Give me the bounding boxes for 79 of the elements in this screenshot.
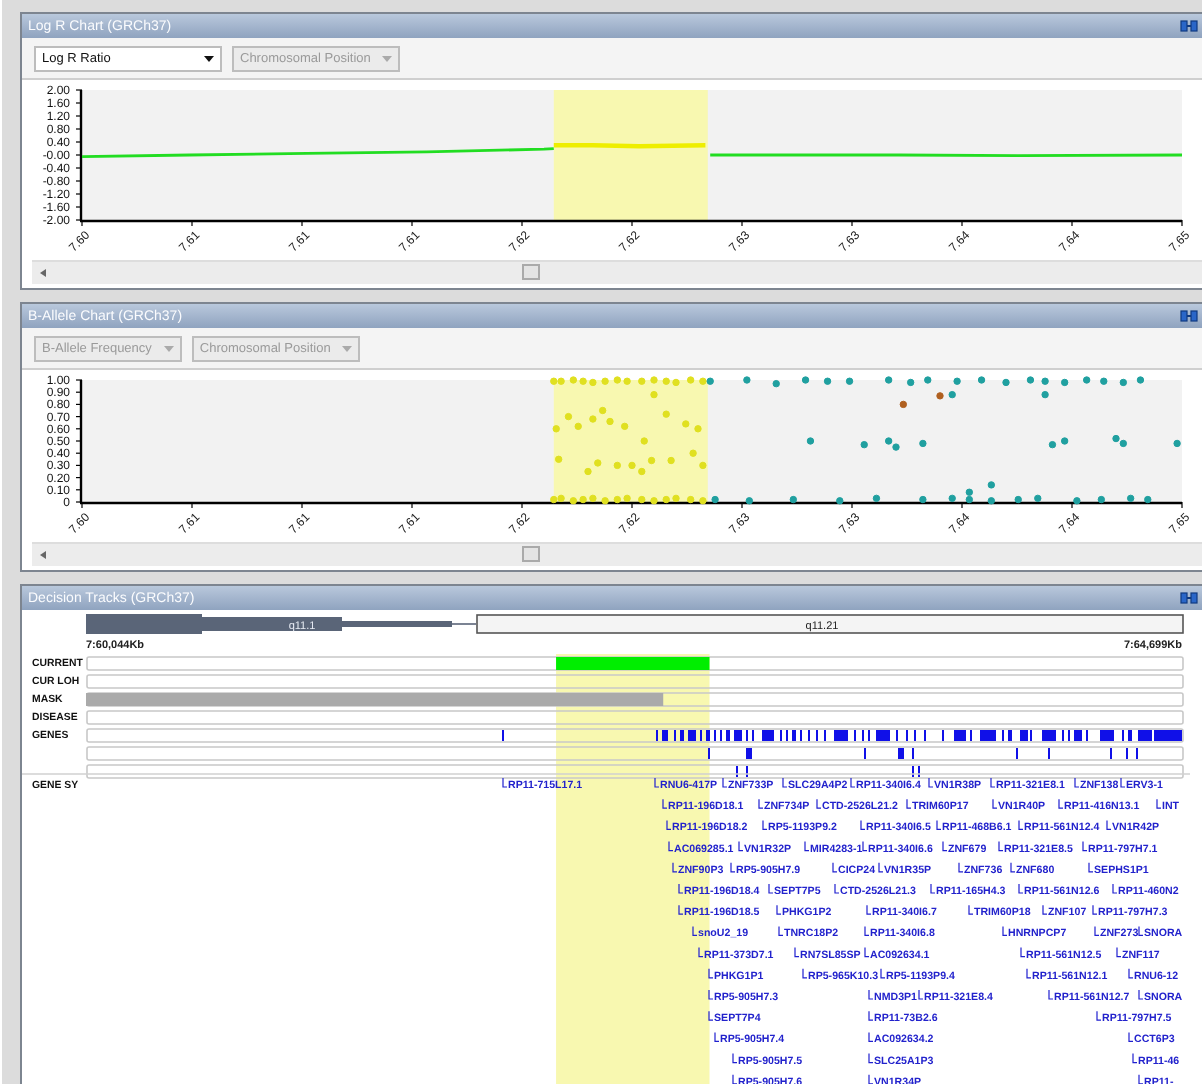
data-point [1119,378,1128,387]
data-point [1002,378,1010,387]
data-point [1041,377,1049,385]
data-point [987,497,996,505]
data-point [640,437,648,445]
data-point [620,422,629,431]
scroll-thumb[interactable] [522,546,540,562]
data-point [772,379,780,388]
data-point [836,497,844,505]
data-point [694,425,702,433]
data-point [1097,495,1106,504]
dock-icon[interactable] [1180,20,1198,32]
data-point [638,377,646,385]
caret-icon [163,345,174,351]
data-point [884,376,893,384]
data-point [686,495,695,504]
data-point [1041,390,1049,399]
data-point [953,377,961,385]
data-point [552,425,560,433]
data-point [1048,440,1057,449]
data-point [872,494,881,503]
data-point [1060,378,1069,387]
data-point [919,495,927,504]
data-point [789,495,798,504]
y-axis [75,379,83,503]
scroll-left-icon[interactable] [38,550,48,560]
data-point [682,420,690,428]
data-point [948,390,956,399]
scrollbar[interactable] [32,260,1202,284]
data-point [711,495,719,504]
data-point [801,376,810,384]
data-point [1173,439,1181,448]
data-point [601,497,609,505]
data-point [860,440,868,449]
data-point [1073,497,1081,505]
data-point [613,461,622,470]
data-point [1136,376,1145,384]
data-point [689,449,697,457]
data-point [977,376,986,384]
data-point [745,497,754,505]
data-point [1034,494,1042,503]
data-point [806,437,815,445]
data-point [662,410,670,418]
data-point [650,376,658,384]
y-axis [75,89,83,221]
data-point [743,376,751,384]
scrollbar[interactable] [32,542,1202,566]
data-point [686,376,695,384]
dock-icon[interactable] [1180,592,1198,604]
data-point [1100,377,1108,385]
data-point [554,455,563,463]
caret-icon [382,55,393,61]
data-point [823,377,832,385]
data-point [987,481,996,489]
data-point [936,392,944,400]
data-point [601,377,609,385]
data-point [919,439,927,448]
scroll-left-icon[interactable] [38,268,48,278]
dock-icon[interactable] [1180,310,1198,322]
data-point [1014,495,1022,504]
data-point [845,377,854,385]
data-point [948,494,956,503]
data-point [699,461,707,470]
data-point [638,495,646,504]
data-point [906,378,915,387]
data-point [899,400,908,409]
data-point [1082,376,1091,384]
data-point [667,456,675,465]
data-point [1026,376,1035,384]
data-point [1060,437,1069,445]
caret-icon [204,55,214,61]
scroll-thumb[interactable] [522,264,540,280]
data-point [650,390,658,399]
data-point [924,376,932,384]
caret-icon [342,345,353,351]
data-point [699,497,707,505]
data-point [1126,494,1135,503]
data-point [1144,495,1152,504]
data-point [650,497,658,505]
